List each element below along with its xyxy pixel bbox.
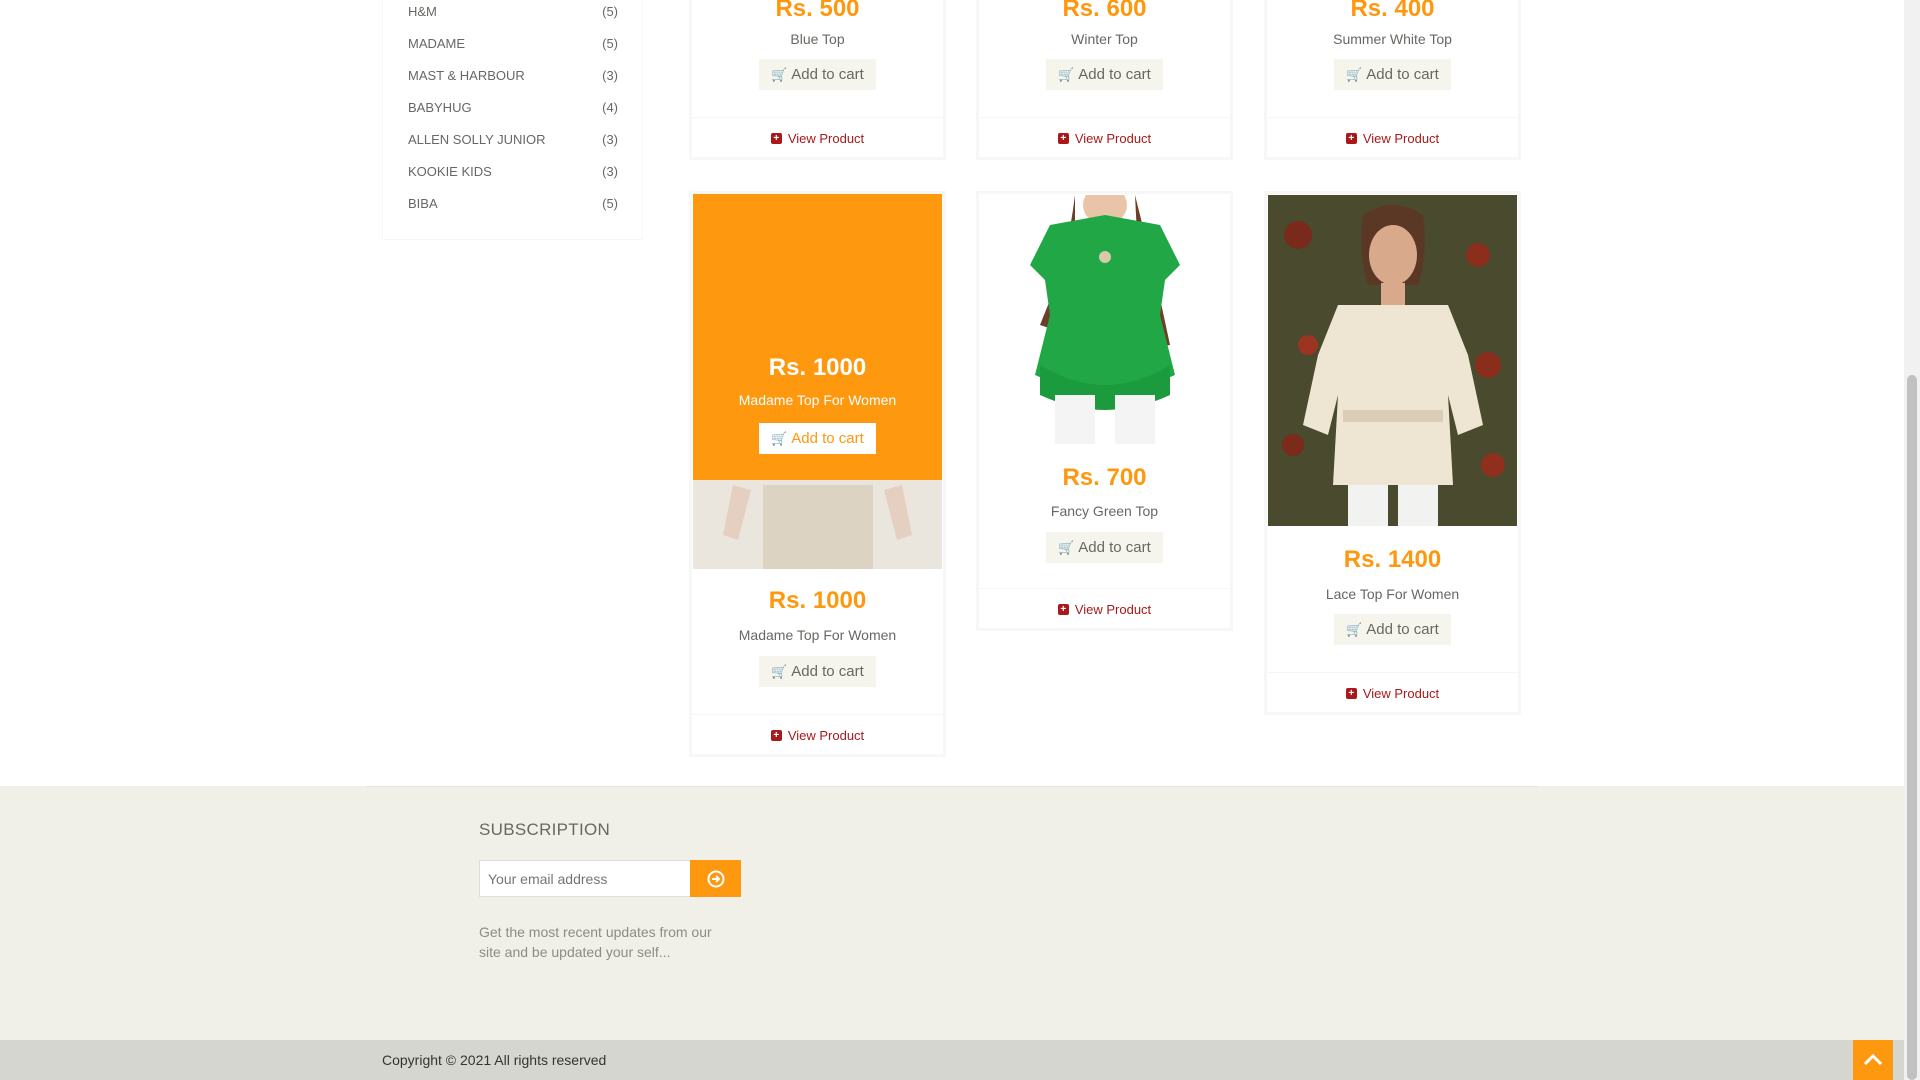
add-to-cart-button[interactable]: 🛒 Add to cart xyxy=(1334,59,1451,90)
product-image xyxy=(980,195,1229,444)
cart-icon: 🛒 xyxy=(1346,67,1363,82)
cart-icon: 🛒 xyxy=(771,431,788,446)
view-product-link[interactable]: + View Product xyxy=(1267,117,1518,158)
product-price: Rs. 500 xyxy=(775,0,860,22)
product-image xyxy=(1268,195,1517,526)
view-product-link[interactable]: + View Product xyxy=(979,117,1230,158)
chevron-up-icon xyxy=(1863,1053,1883,1066)
brand-name: BIBA xyxy=(408,196,438,211)
product-name: Madame Top For Women xyxy=(738,627,897,643)
brand-name: MAST & HARBOUR xyxy=(408,68,525,83)
product-card: Rs. 500 Blue Top 🛒 Add to cart + View Prod… xyxy=(689,0,946,160)
plus-square-icon: + xyxy=(770,729,782,741)
add-to-cart-button[interactable]: 🛒 Add to cart xyxy=(1334,614,1451,645)
product-name: Summer White Top xyxy=(1333,31,1452,47)
brand-item-allen-solly-junior[interactable]: ALLEN SOLLY JUNIOR (3) xyxy=(408,132,618,152)
product-card: Rs. 1000 Madame Top For Women 🛒 Add to ca… xyxy=(689,191,946,757)
brand-item-babyhug[interactable]: BABYHUG (4) xyxy=(408,100,618,120)
subscription-title: SUBSCRIPTION xyxy=(479,820,611,839)
cart-icon: 🛒 xyxy=(1058,540,1075,555)
footer-widget xyxy=(0,786,1904,1040)
brand-count: (3) xyxy=(602,68,618,83)
product-price: Rs. 1400 xyxy=(1343,546,1442,573)
brand-name: KOOKIE KIDS xyxy=(408,164,492,179)
product-photo xyxy=(980,195,1229,444)
brand-name: H&M xyxy=(408,4,437,19)
overlay-price: Rs. 1000 xyxy=(768,354,867,381)
view-product-link[interactable]: + View Product xyxy=(692,117,943,158)
brand-item-madame[interactable]: MADAME (5) xyxy=(408,36,618,56)
product-card: Rs. 600 Winter Top 🛒 Add to cart + View Pr… xyxy=(976,0,1233,160)
product-name: Lace Top For Women xyxy=(1325,586,1460,602)
brand-count: (5) xyxy=(602,4,618,19)
plus-square-icon: + xyxy=(770,132,782,144)
brand-item-hm[interactable]: H&M (5) xyxy=(408,4,618,24)
brand-name: MADAME xyxy=(408,36,466,51)
footer-divider xyxy=(366,786,1538,787)
product-photo xyxy=(1268,195,1517,526)
product-price: Rs. 400 xyxy=(1350,0,1435,22)
plus-square-icon: + xyxy=(1345,132,1357,144)
brand-item-kookie-kids[interactable]: KOOKIE KIDS (3) xyxy=(408,164,618,184)
product-card: Rs. 700 Fancy Green Top 🛒 Add to cart + Vi… xyxy=(976,191,1233,631)
brand-name: ALLEN SOLLY JUNIOR xyxy=(408,132,546,147)
cart-icon: 🛒 xyxy=(771,67,788,82)
scrollbar-thumb[interactable] xyxy=(1907,375,1917,1080)
brand-count: (3) xyxy=(602,132,618,147)
subscribe-button[interactable] xyxy=(690,860,741,897)
footer-bottom xyxy=(0,1040,1904,1080)
brand-count: (4) xyxy=(602,100,618,115)
plus-square-icon: + xyxy=(1057,603,1069,615)
add-to-cart-button[interactable]: 🛒 Add to cart xyxy=(759,656,876,687)
add-to-cart-button[interactable]: 🛒 Add to cart xyxy=(1046,59,1163,90)
view-product-link[interactable]: + View Product xyxy=(692,714,943,755)
plus-square-icon: + xyxy=(1057,132,1069,144)
product-price: Rs. 700 xyxy=(1062,464,1147,491)
add-to-cart-button[interactable]: 🛒 Add to cart xyxy=(1046,532,1163,563)
cart-icon: 🛒 xyxy=(1346,622,1363,637)
view-product-link[interactable]: + View Product xyxy=(979,588,1230,629)
product-price: Rs. 600 xyxy=(1062,0,1147,22)
subscription-email-input[interactable] xyxy=(479,860,691,897)
product-name: Blue Top xyxy=(790,31,845,47)
view-product-link[interactable]: + View Product xyxy=(1267,672,1518,713)
cart-icon: 🛒 xyxy=(771,664,788,679)
add-to-cart-button[interactable]: 🛒 Add to cart xyxy=(759,59,876,90)
plus-square-icon: + xyxy=(1345,687,1357,699)
arrow-circle-right-icon xyxy=(707,870,724,887)
product-hover-overlay: Rs. 1000 Madame Top For Women 🛒 Add to ca… xyxy=(693,194,942,480)
brand-count: (3) xyxy=(602,164,618,179)
brand-count: (5) xyxy=(602,196,618,211)
overlay-name: Madame Top For Women xyxy=(738,392,897,408)
product-name: Fancy Green Top xyxy=(1050,503,1159,519)
product-card: Rs. 400 Summer White Top 🛒 Add to cart + V… xyxy=(1264,0,1521,160)
brands-panel: H&M (5) MADAME (5) MAST & HARBOUR (3) BA… xyxy=(382,0,643,240)
brand-name: BABYHUG xyxy=(408,100,472,115)
scroll-up-button[interactable] xyxy=(1853,1040,1893,1080)
product-price: Rs. 1000 xyxy=(768,587,867,614)
subscription-text: Get the most recent updates from our sit… xyxy=(479,924,712,960)
overlay-add-to-cart-button[interactable]: 🛒 Add to cart xyxy=(759,423,876,454)
brand-count: (5) xyxy=(602,36,618,51)
product-name: Winter Top xyxy=(1071,31,1138,47)
brand-item-mast-harbour[interactable]: MAST & HARBOUR (3) xyxy=(408,68,618,88)
copyright-text: Copyright © 2021 All rights reserved xyxy=(382,1052,607,1068)
product-card: Rs. 1400 Lace Top For Women 🛒 Add to cart… xyxy=(1264,191,1521,715)
cart-icon: 🛒 xyxy=(1058,67,1075,82)
brand-item-biba[interactable]: BIBA (5) xyxy=(408,196,618,216)
